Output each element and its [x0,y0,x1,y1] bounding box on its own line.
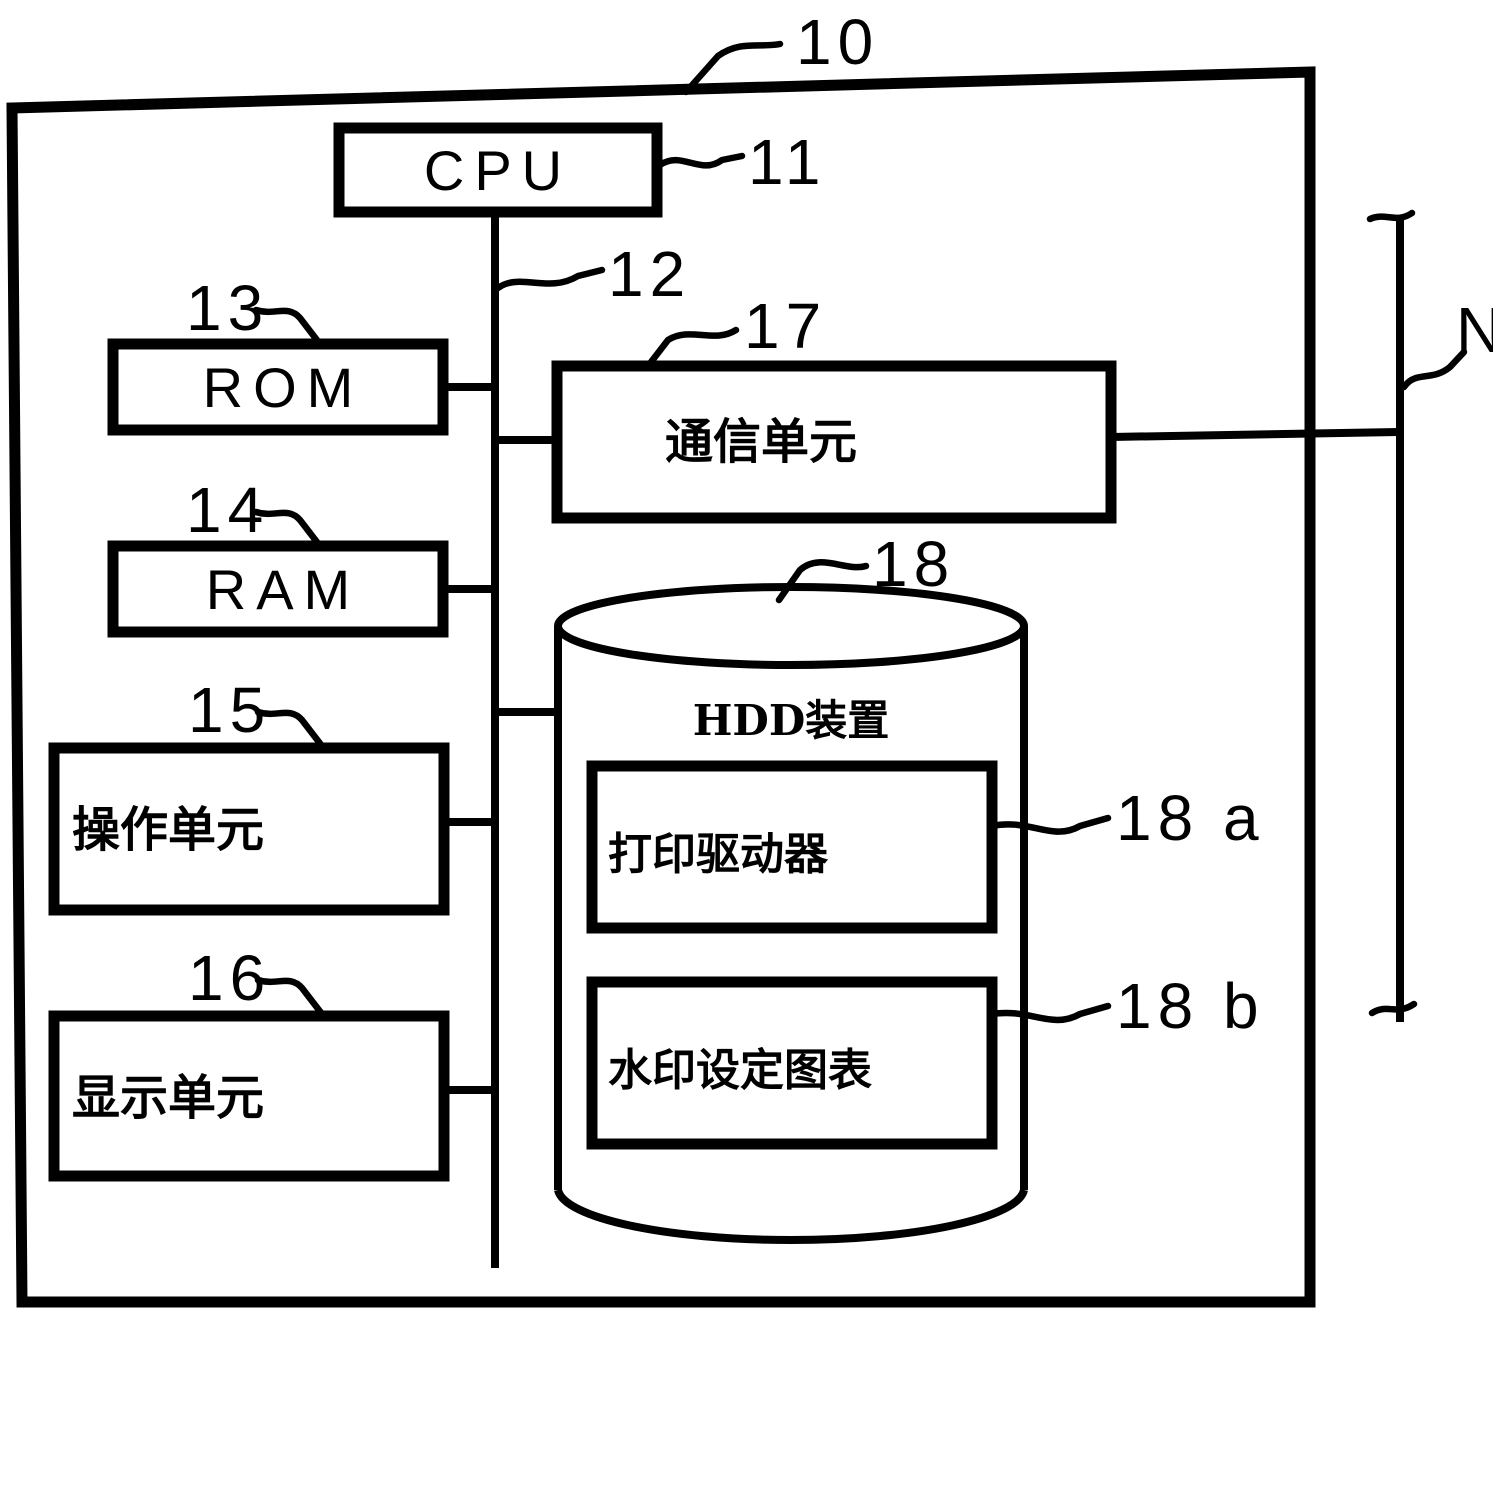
ref-numeral-18: 18 [872,528,955,600]
display-unit-label: 显示单元 [72,1070,264,1126]
leader-11 [656,152,746,169]
figure-canvas: CPU ROM RAM 操作单元 显示单元 通信单元 HDD装置 打印驱动器 水… [0,0,1493,1504]
ref-numeral-18b: 18 b [1116,970,1265,1042]
ref-numeral-11: 11 [748,126,826,198]
ref-numeral-16: 16 [188,942,271,1014]
ref-numeral-10: 10 [796,6,879,78]
leader-N [1400,348,1468,391]
ref-numeral-17: 17 [744,290,827,362]
ref-numeral-15: 15 [188,674,271,746]
cpu-label: CPU [424,139,572,202]
block-diagram: CPU ROM RAM 操作单元 显示单元 通信单元 HDD装置 打印驱动器 水… [6,6,1493,1308]
ref-numeral-14: 14 [186,474,269,546]
ram-label: RAM [206,558,360,621]
comm-unit-block [495,360,1401,524]
ref-numeral-12: 12 [608,238,691,310]
ref-numeral-N: N [1456,294,1493,366]
comm-unit-label: 通信单元 [665,414,857,470]
watermark-table-label: 水印设定图表 [608,1045,872,1096]
ref-numeral-18a: 18 a [1116,782,1265,854]
operation-unit-label: 操作单元 [72,802,264,858]
print-driver-label: 打印驱动器 [608,829,829,880]
rom-label: ROM [203,356,364,419]
leader-12 [494,266,606,292]
ref-numeral-13: 13 [186,272,269,344]
network-bus-line [1366,209,1418,1022]
hdd-label: HDD装置 [693,696,890,745]
